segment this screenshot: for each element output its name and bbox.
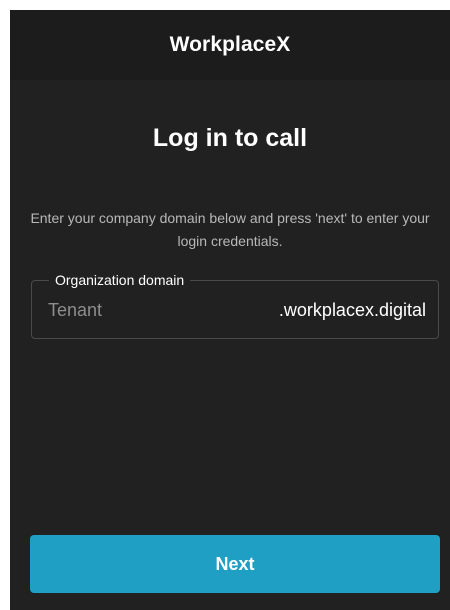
organization-domain-field[interactable]: Organization domain .workplacex.digital bbox=[31, 270, 439, 339]
app-root: WorkplaceX Log in to call Enter your com… bbox=[0, 0, 450, 610]
next-button[interactable]: Next bbox=[30, 535, 440, 593]
tenant-input[interactable] bbox=[48, 298, 248, 322]
domain-suffix: .workplacex.digital bbox=[278, 300, 426, 320]
app-title: WorkplaceX bbox=[169, 33, 291, 56]
title-bar: WorkplaceX bbox=[10, 10, 450, 80]
page-title: Log in to call bbox=[152, 124, 308, 152]
organization-domain-label: Organization domain bbox=[49, 270, 191, 290]
instructions-text: Enter your company domain below and pres… bbox=[30, 210, 430, 249]
login-window: WorkplaceX Log in to call Enter your com… bbox=[10, 10, 450, 610]
